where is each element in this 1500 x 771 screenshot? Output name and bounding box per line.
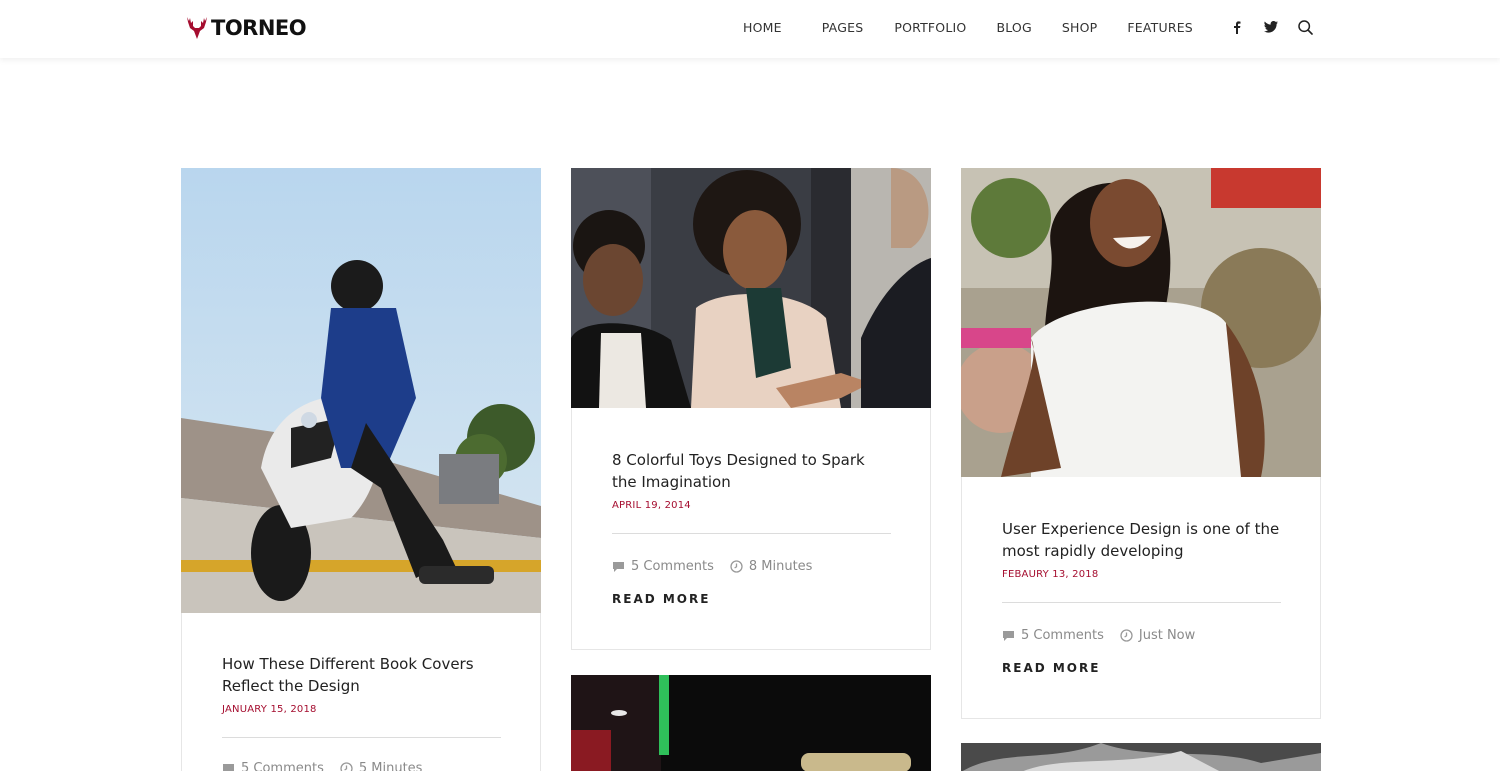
read-more-link[interactable]: READ MORE [612, 592, 710, 606]
read-more-link[interactable]: READ MORE [1002, 661, 1100, 675]
post-meta: 5 Comments Just Now [1002, 628, 1211, 643]
post-card: How These Different Book Covers Reflect … [181, 168, 541, 771]
post-title[interactable]: 8 Colorful Toys Designed to Spark the Im… [612, 449, 892, 493]
comment-icon [613, 561, 624, 572]
post-date: APRIL 19, 2014 [612, 500, 691, 511]
post-meta: 5 Comments 8 Minutes [612, 559, 828, 574]
comments-link[interactable]: 5 Comments [1002, 628, 1104, 643]
post-card [961, 743, 1321, 771]
post-card [571, 675, 931, 771]
nav-blog[interactable]: BLOG [996, 20, 1031, 35]
divider [1002, 602, 1281, 603]
header-icons [1228, 18, 1330, 36]
brand-name: TORNEO [211, 16, 307, 40]
site-header: TORNEO HOME PAGES PORTFOLIO BLOG SHOP FE… [0, 0, 1500, 58]
deer-antler-icon [187, 17, 207, 39]
post-image-water-splash[interactable] [961, 743, 1321, 771]
nav-features[interactable]: FEATURES [1127, 20, 1193, 35]
post-image-motorcycle[interactable] [181, 168, 541, 613]
comments-count: 5 Comments [241, 761, 324, 771]
nav-portfolio[interactable]: PORTFOLIO [894, 20, 966, 35]
post-date: FEBAURY 13, 2018 [1002, 569, 1099, 580]
comments-count: 5 Comments [1021, 628, 1104, 643]
clock-icon [340, 762, 353, 771]
nav-pages[interactable]: PAGES [822, 20, 864, 35]
read-time: Just Now [1120, 628, 1195, 643]
nav-shop[interactable]: SHOP [1062, 20, 1098, 35]
post-title[interactable]: How These Different Book Covers Reflect … [222, 653, 502, 697]
read-time-value: Just Now [1138, 628, 1196, 643]
comment-icon [223, 763, 234, 771]
clock-icon [730, 560, 743, 573]
post-card: 8 Colorful Toys Designed to Spark the Im… [571, 168, 931, 650]
post-image-handshake[interactable] [571, 168, 931, 408]
facebook-icon[interactable] [1228, 18, 1246, 36]
comment-icon [1003, 630, 1014, 641]
search-icon[interactable] [1296, 18, 1314, 36]
divider [222, 737, 501, 738]
nav-home[interactable]: HOME [743, 20, 782, 35]
logo[interactable]: TORNEO [186, 14, 307, 42]
read-time: 8 Minutes [730, 559, 813, 574]
main-nav: HOME PAGES PORTFOLIO BLOG SHOP FEATURES [743, 20, 1193, 35]
post-title[interactable]: User Experience Design is one of the mos… [1002, 518, 1282, 562]
comments-link[interactable]: 5 Comments [612, 559, 714, 574]
post-meta: 5 Comments 5 Minutes [222, 761, 438, 771]
post-card: User Experience Design is one of the mos… [961, 168, 1321, 719]
comments-count: 5 Comments [631, 559, 714, 574]
post-date: JANUARY 15, 2018 [222, 704, 317, 715]
post-image-night-street[interactable] [571, 675, 931, 771]
read-time: 5 Minutes [340, 761, 423, 771]
post-image-laughing-woman[interactable] [961, 168, 1321, 477]
divider [612, 533, 891, 534]
comments-link[interactable]: 5 Comments [222, 761, 324, 771]
clock-icon [1120, 629, 1133, 642]
read-time-value: 8 Minutes [748, 559, 813, 574]
read-time-value: 5 Minutes [358, 761, 423, 771]
twitter-icon[interactable] [1262, 18, 1280, 36]
